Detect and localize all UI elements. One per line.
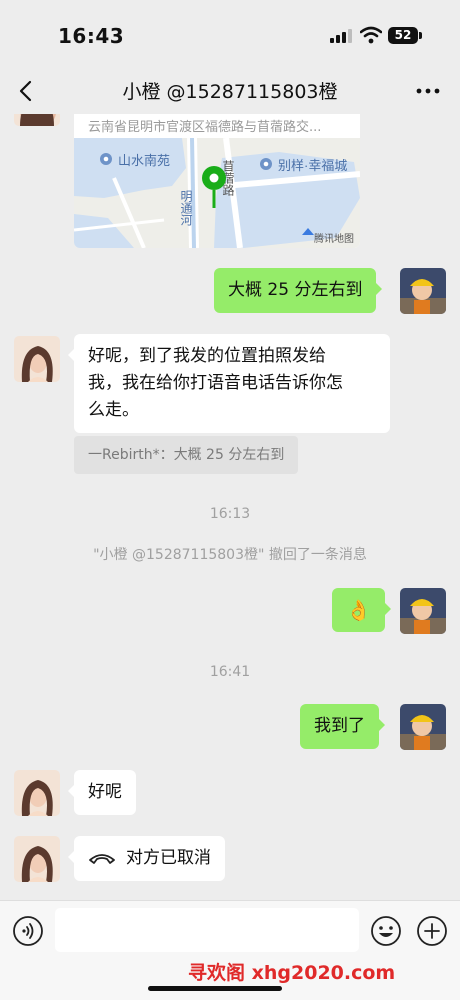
site-watermark: 寻欢阁 xhg2020.com [188, 962, 396, 984]
cellular-signal-icon [330, 29, 352, 43]
message-line: 我，我在给你打语音电话告诉你怎 [88, 373, 343, 393]
message-input[interactable] [55, 908, 359, 952]
message-bubble-received[interactable]: 好呢 [68, 770, 136, 815]
status-time: 16:43 [58, 24, 125, 48]
chat-screen: 16:43 52 小橙 @15287115803橙 云南省昆明市官渡区福德路与苜… [0, 0, 460, 1000]
my-avatar[interactable] [400, 588, 446, 634]
nav-bar: 小橙 @15287115803橙 [0, 68, 460, 114]
map-poi-1: 山水南苑 [118, 153, 170, 168]
message-bubble-received[interactable]: 好呢，到了我发的位置拍照发给 我，我在给你打语音电话告诉你怎 么走。 [68, 334, 390, 433]
more-options-icon[interactable] [412, 80, 444, 102]
message-line: 好呢，到了我发的位置拍照发给 [88, 346, 326, 366]
phone-hangup-icon [89, 854, 115, 864]
battery-cap [419, 32, 422, 39]
chat-title: 小橙 @15287115803橙 [122, 81, 338, 103]
contact-avatar[interactable] [14, 336, 60, 382]
emoji-icon[interactable] [370, 915, 402, 947]
message-bubble-sent[interactable]: 我到了 [300, 704, 385, 749]
call-status-text: 对方已取消 [126, 848, 211, 868]
recall-notice: "小橙 @15287115803橙" 撤回了一条消息 [93, 547, 367, 563]
location-card[interactable]: 云南省昆明市官渡区福德路与苜蓿路交... 山水南苑 别样·幸福城 苜蓿路 明通河… [74, 114, 360, 248]
map-thumbnail: 山水南苑 别样·幸福城 苜蓿路 明通河 腾讯地图 [74, 138, 360, 248]
voice-input-icon[interactable] [12, 915, 44, 947]
timestamp: 16:13 [209, 506, 251, 522]
contact-avatar[interactable] [14, 836, 60, 882]
back-icon[interactable] [14, 76, 40, 106]
battery-icon: 52 [388, 27, 418, 44]
location-address: 云南省昆明市官渡区福德路与苜蓿路交... [88, 120, 322, 135]
map-river-label: 明通河 [179, 190, 193, 226]
input-bar: 寻欢阁 xhg2020.com [0, 900, 460, 1000]
message-line: 么走。 [88, 400, 139, 420]
timestamp: 16:41 [209, 664, 251, 680]
wifi-icon [360, 26, 382, 44]
plus-icon[interactable] [416, 915, 448, 947]
message-bubble-sent[interactable]: 👌 [332, 588, 391, 632]
map-watermark: 腾讯地图 [314, 232, 354, 245]
my-avatar[interactable] [400, 704, 446, 750]
quoted-message[interactable]: 一Rebirth*：大概 25 分左右到 [74, 436, 299, 474]
message-list[interactable]: 云南省昆明市官渡区福德路与苜蓿路交... 山水南苑 别样·幸福城 苜蓿路 明通河… [0, 114, 460, 900]
map-poi-2: 别样·幸福城 [278, 158, 347, 173]
contact-avatar[interactable] [14, 114, 60, 126]
voice-call-bubble[interactable]: 对方已取消 [68, 836, 225, 881]
contact-avatar[interactable] [14, 770, 60, 816]
home-indicator[interactable] [148, 986, 282, 991]
my-avatar[interactable] [400, 268, 446, 314]
status-bar: 16:43 52 [0, 0, 460, 68]
message-bubble-sent[interactable]: 大概 25 分左右到 [214, 268, 383, 313]
